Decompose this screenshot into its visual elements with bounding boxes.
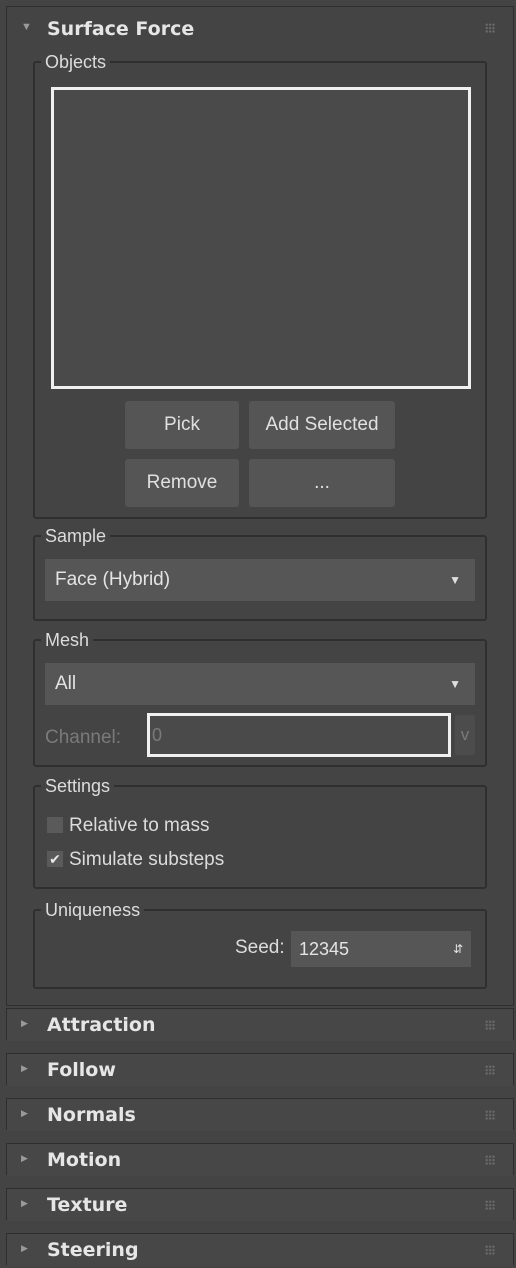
mesh-group-label: Mesh xyxy=(41,628,94,652)
seed-spinner[interactable]: 12345 ⇵ xyxy=(291,931,471,967)
settings-group-label: Settings xyxy=(41,774,115,798)
channel-button-label: v xyxy=(460,725,470,744)
rollout-attraction[interactable]: ▶ Attraction xyxy=(6,1008,514,1041)
triangle-right-icon: ▶ xyxy=(21,1018,28,1028)
rollout-title: Motion xyxy=(47,1149,122,1171)
mesh-dropdown-value: All xyxy=(55,673,77,694)
triangle-right-icon: ▶ xyxy=(21,1063,28,1073)
remove-button[interactable]: Remove xyxy=(125,459,239,507)
more-options-button[interactable]: ... xyxy=(249,459,395,507)
sample-group: Sample Face (Hybrid) ▼ xyxy=(33,524,487,621)
rollout-title: Steering xyxy=(47,1239,139,1261)
triangle-right-icon: ▶ xyxy=(21,1243,28,1253)
simulate-substeps-checkbox[interactable]: ✔ xyxy=(47,851,63,867)
sample-dropdown-value: Face (Hybrid) xyxy=(55,569,171,590)
rollout-title: Follow xyxy=(47,1059,116,1081)
objects-group-label: Objects xyxy=(41,50,111,74)
triangle-right-icon: ▶ xyxy=(21,1198,28,1208)
rollout-normals[interactable]: ▶ Normals xyxy=(6,1098,514,1131)
seed-label: Seed: xyxy=(235,937,285,958)
grip-icon[interactable] xyxy=(485,1020,495,1030)
grip-icon[interactable] xyxy=(485,1245,495,1255)
surface-force-header[interactable]: ▼ Surface Force xyxy=(7,7,513,51)
rollout-follow[interactable]: ▶ Follow xyxy=(6,1053,514,1086)
rollout-header[interactable]: ▶ Texture xyxy=(7,1189,513,1221)
rollout-steering[interactable]: ▶ Steering xyxy=(6,1233,514,1266)
grip-icon[interactable] xyxy=(485,1200,495,1210)
seed-value: 12345 xyxy=(299,939,350,959)
channel-input-value: 0 xyxy=(152,725,163,745)
rollout-title: Texture xyxy=(47,1194,128,1216)
rollout-texture[interactable]: ▶ Texture xyxy=(6,1188,514,1221)
relative-to-mass-checkbox[interactable] xyxy=(47,817,63,833)
triangle-down-icon: ▼ xyxy=(21,21,32,33)
rollout-title: Attraction xyxy=(47,1014,156,1036)
rollout-header[interactable]: ▶ Normals xyxy=(7,1099,513,1131)
objects-listbox[interactable] xyxy=(51,87,471,389)
grip-icon[interactable] xyxy=(485,1065,495,1075)
grip-icon[interactable] xyxy=(485,1155,495,1165)
channel-dropdown-button[interactable]: v xyxy=(455,715,475,755)
mesh-group: Mesh All ▼ Channel: 0 v xyxy=(33,628,487,767)
checkmark-icon: ✔ xyxy=(49,851,61,867)
add-selected-button[interactable]: Add Selected xyxy=(249,401,395,449)
grip-icon[interactable] xyxy=(485,1110,495,1120)
surface-force-rollout: ▼ Surface Force Objects Pick Add Selecte… xyxy=(6,6,514,1006)
rollout-motion[interactable]: ▶ Motion xyxy=(6,1143,514,1176)
channel-label: Channel: xyxy=(45,727,122,748)
rollout-header[interactable]: ▶ Motion xyxy=(7,1144,513,1176)
triangle-right-icon: ▶ xyxy=(21,1108,28,1118)
rollout-title: Normals xyxy=(47,1104,136,1126)
grip-icon[interactable] xyxy=(485,23,495,33)
objects-group: Objects Pick Add Selected Remove ... xyxy=(33,50,487,519)
triangle-right-icon: ▶ xyxy=(21,1153,28,1163)
uniqueness-group-label: Uniqueness xyxy=(41,898,145,922)
rollout-header[interactable]: ▶ Steering xyxy=(7,1234,513,1266)
settings-group: Settings Relative to mass ✔ Simulate sub… xyxy=(33,774,487,889)
relative-to-mass-label[interactable]: Relative to mass xyxy=(69,815,209,837)
mesh-dropdown[interactable]: All ▼ xyxy=(45,663,475,705)
channel-input[interactable]: 0 xyxy=(147,713,451,757)
simulate-substeps-label[interactable]: Simulate substeps xyxy=(69,849,224,871)
sample-group-label: Sample xyxy=(41,524,111,548)
spinner-arrows-icon[interactable]: ⇵ xyxy=(453,931,463,967)
rollout-title: Surface Force xyxy=(47,18,195,40)
sample-dropdown[interactable]: Face (Hybrid) ▼ xyxy=(45,559,475,601)
rollout-header[interactable]: ▶ Follow xyxy=(7,1054,513,1086)
chevron-down-icon: ▼ xyxy=(449,573,461,587)
rollout-header[interactable]: ▶ Attraction xyxy=(7,1009,513,1041)
uniqueness-group: Uniqueness Seed: 12345 ⇵ xyxy=(33,898,487,989)
chevron-down-icon: ▼ xyxy=(449,677,461,691)
pick-button[interactable]: Pick xyxy=(125,401,239,449)
